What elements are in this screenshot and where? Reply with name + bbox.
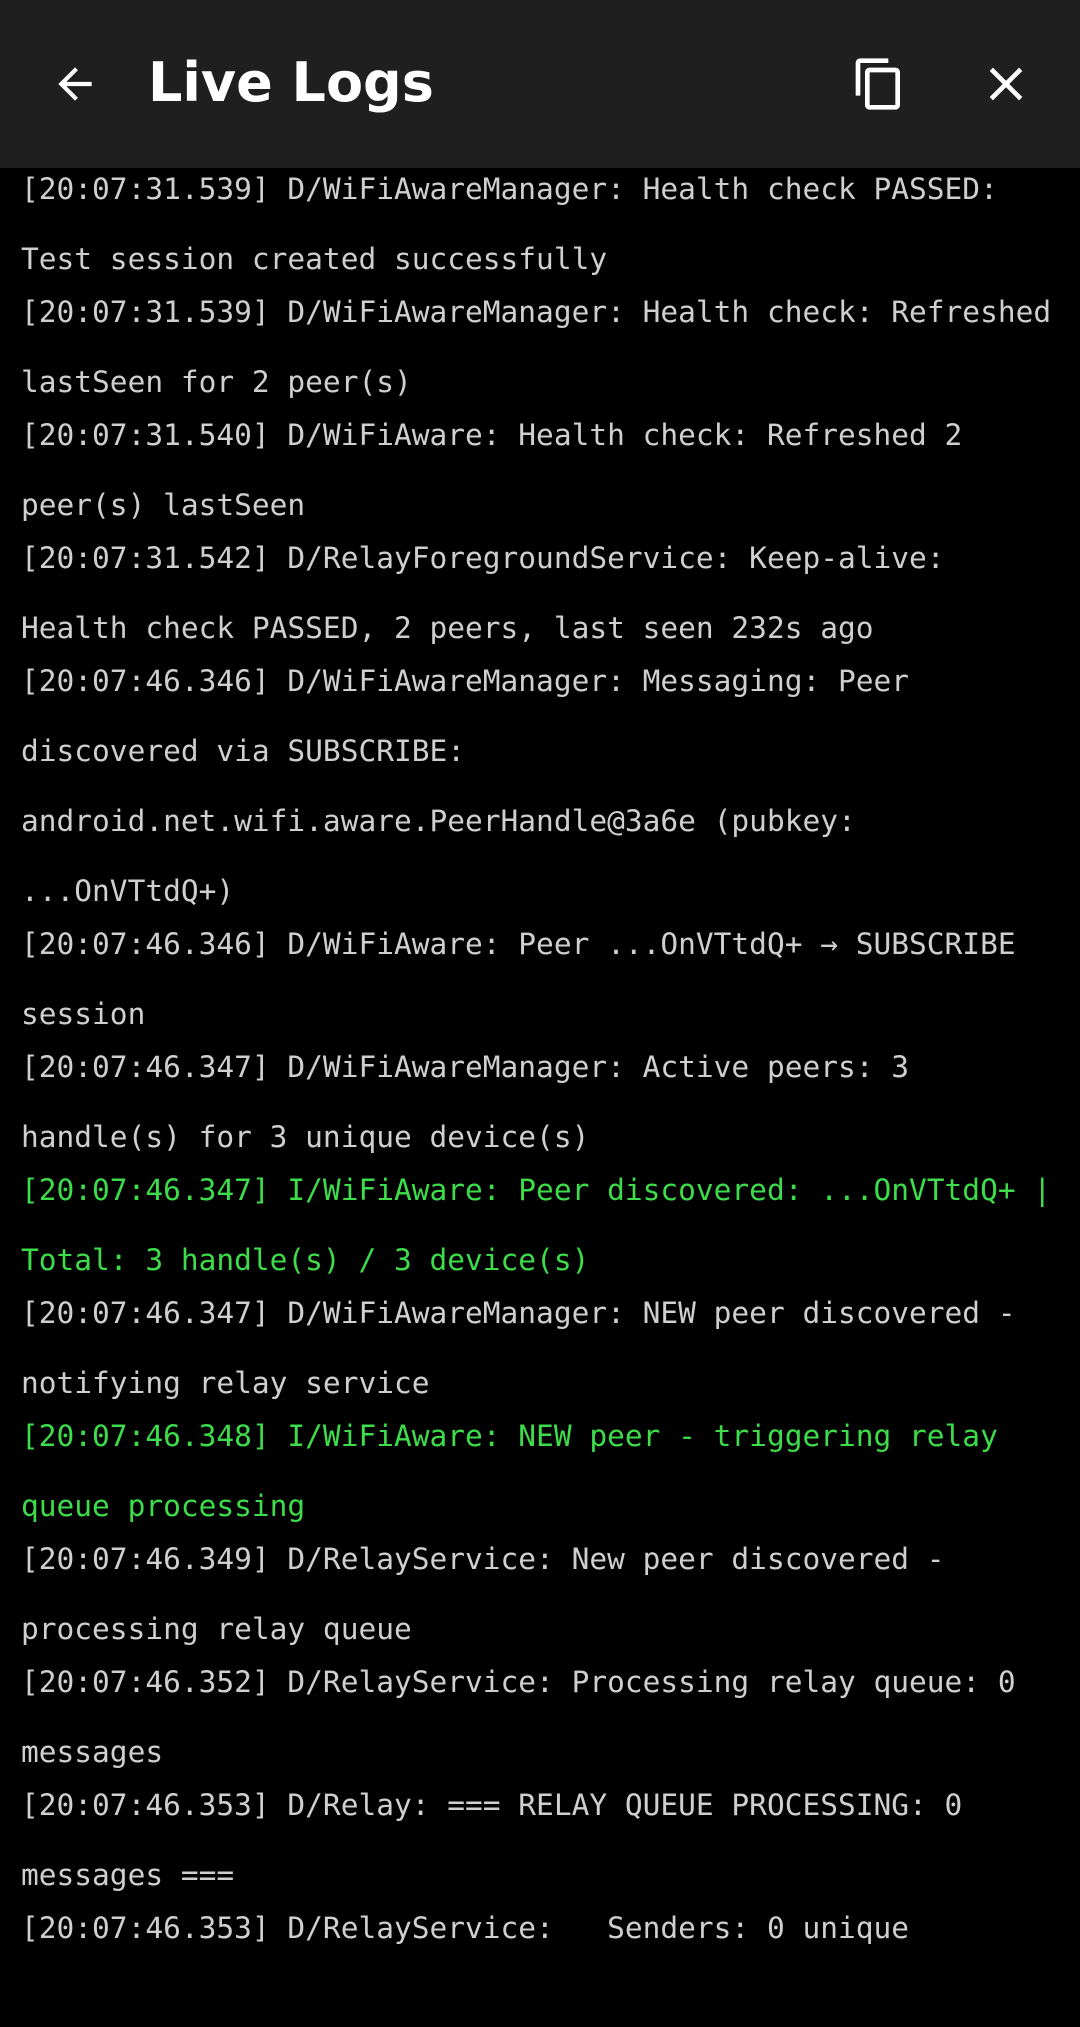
app-bar: Live Logs [0,0,1080,168]
log-entry: [20:07:46.346] D/WiFiAwareManager: Messa… [21,664,927,908]
log-scroll-area[interactable]: [20:07:31.539] D/WiFiAwareManager: Healt… [0,168,1080,2027]
log-entry: [20:07:31.540] D/WiFiAware: Health check… [21,418,981,522]
log-entry: [20:07:46.353] D/Relay: === RELAY QUEUE … [21,1788,981,1892]
log-entry: [20:07:46.348] I/WiFiAware: NEW peer - t… [21,1419,1016,1523]
copy-icon [855,58,900,110]
log-entry: [20:07:31.539] D/WiFiAwareManager: Healt… [21,172,1016,276]
log-entry: [20:07:46.346] D/WiFiAware: Peer ...OnVT… [21,927,1034,1031]
page-title: Live Logs [148,51,434,114]
log-list: [20:07:31.539] D/WiFiAwareManager: Healt… [21,168,1059,1963]
close-icon [989,67,1023,101]
log-entry: [20:07:46.347] D/WiFiAwareManager: NEW p… [21,1296,1034,1400]
log-entry: [20:07:46.349] D/RelayService: New peer … [21,1542,963,1646]
close-button[interactable] [956,34,1056,134]
log-entry: [20:07:31.542] D/RelayForegroundService:… [21,541,963,645]
copy-button[interactable] [829,34,929,134]
log-entry: [20:07:46.352] D/RelayService: Processin… [21,1665,1034,1769]
arrow-left-icon [58,67,92,101]
log-entry: [20:07:46.347] D/WiFiAwareManager: Activ… [21,1050,927,1154]
log-entry: [20:07:31.539] D/WiFiAwareManager: Healt… [21,295,1069,399]
log-entry: [20:07:46.347] I/WiFiAware: Peer discove… [21,1173,1069,1277]
log-entry: [20:07:46.353] D/RelayService: Senders: … [21,1911,910,1945]
back-button[interactable] [25,34,125,134]
